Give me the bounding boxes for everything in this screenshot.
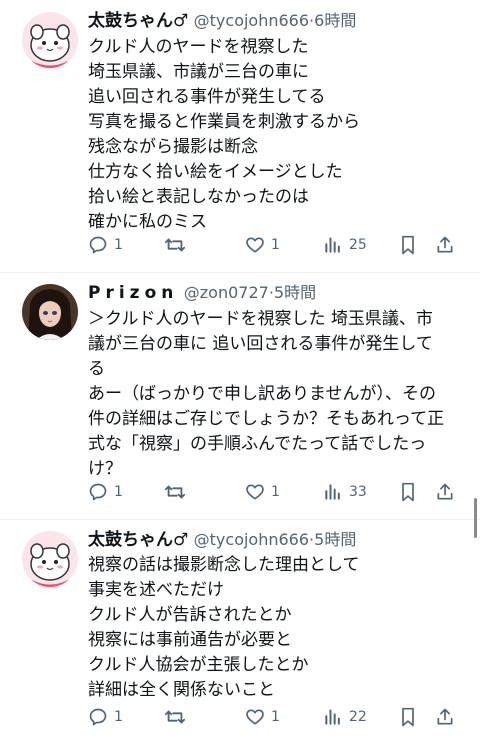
views-count: 33: [349, 484, 367, 500]
tweet-text: ＞クルド人のヤードを視察した 埼玉県議、市議が三台の車に 追い回される事件が発生…: [88, 307, 448, 482]
reply-button[interactable]: 1: [88, 480, 123, 504]
like-button[interactable]: 1: [245, 480, 280, 504]
bookmark-icon: [402, 235, 414, 255]
avatar[interactable]: [22, 12, 78, 68]
tweet-text: 視察の話は撮影断念した理由として 事実を述べただけ クルド人が告訴されたとか 視…: [88, 553, 448, 703]
bookmark-button[interactable]: [399, 480, 417, 504]
user-handle[interactable]: @zon0727: [184, 283, 269, 302]
tweet-header: Prizon @zon0727·5時間: [88, 282, 316, 304]
reply-icon: [89, 483, 107, 501]
tweet-text-line: クルド人が告訴されたとか: [88, 605, 292, 625]
bookmark-button[interactable]: [399, 705, 417, 729]
display-name[interactable]: 太鼓ちゃん♂: [88, 11, 188, 31]
heart-icon: [246, 237, 264, 253]
retweet-icon: [164, 710, 186, 724]
timestamp[interactable]: 5時間: [314, 530, 356, 549]
tweet-divider: [0, 519, 480, 520]
bookmark-icon: [402, 482, 414, 502]
share-icon: [437, 236, 453, 253]
tweet-text: クルド人のヤードを視察した 埼玉県議、市議が三台の車に 追い回される事件が発生し…: [88, 35, 448, 235]
avatar[interactable]: [22, 284, 78, 340]
heart-icon: [246, 709, 264, 725]
reply-icon: [89, 236, 107, 254]
tweet-actions: 1 1 33: [88, 480, 458, 504]
user-handle[interactable]: @tycojohn666: [194, 11, 309, 30]
like-count: 1: [271, 484, 280, 500]
tweet-text-line: 確かに私のミス: [88, 212, 207, 232]
scrollbar[interactable]: [474, 498, 477, 538]
share-button[interactable]: [435, 233, 455, 257]
like-count: 1: [271, 709, 280, 725]
heart-icon: [246, 484, 264, 500]
reply-count: 1: [114, 709, 123, 725]
tweet-text-line: 拾い絵と表記しなかったのは: [88, 187, 309, 207]
tweet-text-paragraph: あー（ばっかりで申し訳ありませんが）、その件の詳細はご存じでしょうか？そもあれっ…: [88, 384, 445, 479]
views-icon: [325, 709, 340, 725]
display-name[interactable]: 太鼓ちゃん♂: [88, 530, 188, 550]
tweet-text-line: クルド人協会が主張したとか: [88, 655, 309, 675]
reply-icon: [89, 708, 107, 726]
timestamp[interactable]: 6時間: [314, 11, 356, 30]
views-icon: [325, 484, 340, 500]
retweet-button[interactable]: [164, 233, 192, 257]
tweet-text-paragraph: ＞クルド人のヤードを視察した 埼玉県議、市議が三台の車に 追い回される事件が発生…: [88, 309, 433, 379]
display-name[interactable]: Prizon: [88, 283, 178, 303]
tweet-header: 太鼓ちゃん♂ @tycojohn666·6時間: [88, 10, 356, 32]
tweet-actions: 1 1 25: [88, 233, 458, 257]
share-icon: [437, 483, 453, 500]
like-button[interactable]: 1: [245, 705, 280, 729]
tweet-text-line: クルド人のヤードを視察した: [88, 37, 309, 57]
tweet-text-line: 事実を述べただけ: [88, 580, 224, 600]
tweet-divider: [0, 272, 480, 273]
views-button[interactable]: 22: [323, 705, 367, 729]
tweet-text-line: 視察の話は撮影断念した理由として: [88, 555, 360, 575]
retweet-button[interactable]: [164, 705, 192, 729]
avatar[interactable]: [22, 531, 78, 587]
tweet-text-line: 視察には事前通告が必要と: [88, 630, 292, 650]
bookmark-button[interactable]: [399, 233, 417, 257]
tweet-text-line: 残念ながら撮影は断念: [88, 137, 258, 157]
reply-count: 1: [114, 484, 123, 500]
tweet-actions: 1 1 22: [88, 705, 458, 729]
tweet-text-line: 追い回される事件が発生してる: [88, 87, 326, 107]
retweet-icon: [164, 485, 186, 499]
views-count: 22: [349, 709, 367, 725]
timestamp[interactable]: 5時間: [274, 283, 316, 302]
reply-button[interactable]: 1: [88, 233, 123, 257]
share-button[interactable]: [435, 705, 455, 729]
bookmark-icon: [402, 707, 414, 727]
tweet-text-line: 仕方なく拾い絵をイメージとした: [88, 162, 343, 182]
tweet-header: 太鼓ちゃん♂ @tycojohn666·5時間: [88, 529, 356, 551]
like-count: 1: [271, 237, 280, 253]
user-handle[interactable]: @tycojohn666: [194, 530, 309, 549]
share-button[interactable]: [435, 480, 455, 504]
views-count: 25: [349, 237, 367, 253]
views-icon: [325, 237, 340, 253]
share-icon: [437, 708, 453, 725]
reply-count: 1: [114, 237, 123, 253]
tweet-text-line: 詳細は全く関係ないこと: [88, 680, 275, 700]
tweet-text-line: 埼玉県議、市議が三台の車に: [88, 62, 309, 82]
like-button[interactable]: 1: [245, 233, 280, 257]
retweet-button[interactable]: [164, 480, 192, 504]
tweet-text-line: 写真を撮ると作業員を刺激するから: [88, 112, 360, 132]
reply-button[interactable]: 1: [88, 705, 123, 729]
views-button[interactable]: 33: [323, 480, 367, 504]
views-button[interactable]: 25: [323, 233, 367, 257]
retweet-icon: [164, 238, 186, 252]
